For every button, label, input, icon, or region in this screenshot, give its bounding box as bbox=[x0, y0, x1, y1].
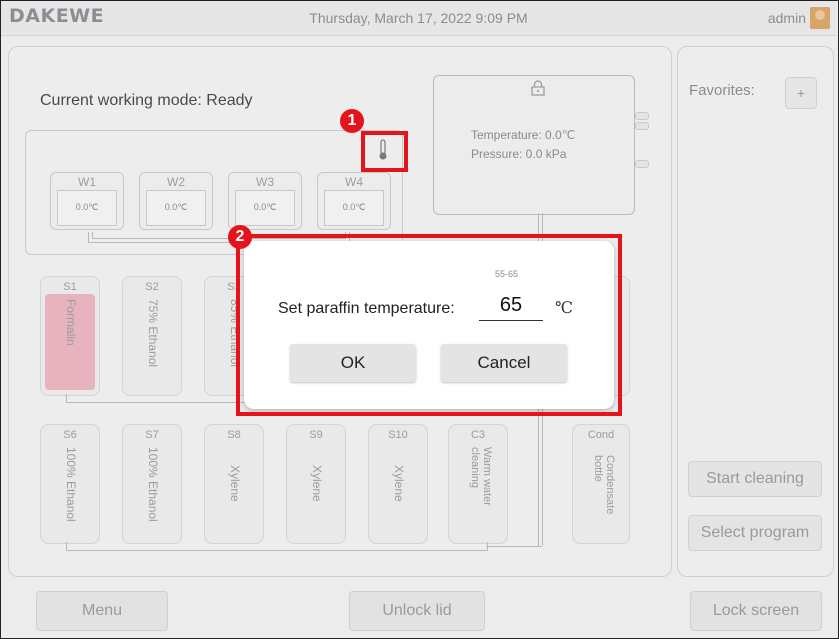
bottle-label: S10 bbox=[388, 429, 408, 441]
bottle-s9[interactable]: S9 Xylene bbox=[286, 424, 346, 544]
bottle-label: S1 bbox=[63, 281, 77, 293]
wax-bath-label: W4 bbox=[345, 175, 363, 189]
bottle-content: Xylene bbox=[228, 465, 242, 502]
date-time: Thursday, March 17, 2022 9:09 PM bbox=[309, 10, 528, 26]
bottle-content: Warm water cleaning bbox=[469, 447, 493, 506]
step-marker-1: 1 bbox=[340, 109, 364, 133]
avatar[interactable] bbox=[810, 7, 830, 29]
bottle-s10[interactable]: S10 Xylene bbox=[368, 424, 428, 544]
side-panel bbox=[677, 46, 834, 577]
bottle-c3[interactable]: C3 Warm water cleaning bbox=[448, 424, 508, 544]
row2-pipe bbox=[486, 546, 542, 548]
bottle-content: Xylene bbox=[310, 465, 324, 502]
bottle-content: Xylene bbox=[392, 465, 406, 502]
start-cleaning-button[interactable]: Start cleaning bbox=[688, 461, 822, 497]
retort-handle bbox=[635, 160, 649, 168]
bottle-s1[interactable]: S1 Formalin bbox=[40, 276, 100, 396]
wax-bath-label: W2 bbox=[167, 175, 185, 189]
highlight-box-2 bbox=[236, 234, 622, 416]
bottle-content: Condensate bottle bbox=[592, 455, 616, 515]
bottle-s2[interactable]: S2 75% Ethanol bbox=[122, 276, 182, 396]
wax-bath-w1[interactable]: W1 0.0℃ bbox=[50, 172, 124, 230]
retort-handle bbox=[635, 122, 649, 130]
bottle-label: Cond bbox=[587, 429, 615, 441]
highlight-box-1 bbox=[361, 131, 408, 172]
bottle-label: C3 bbox=[470, 429, 486, 441]
bottle-label: S8 bbox=[227, 429, 241, 441]
wax-bath-label: W1 bbox=[78, 175, 96, 189]
bottle-cond[interactable]: Cond Condensate bottle bbox=[572, 424, 630, 544]
bottle-s8[interactable]: S8 Xylene bbox=[204, 424, 264, 544]
bottle-label: S9 bbox=[309, 429, 323, 441]
wax-bath-temp: 0.0℃ bbox=[253, 202, 277, 212]
wax-bath-w3[interactable]: W3 0.0℃ bbox=[228, 172, 302, 230]
wax-bath-w4[interactable]: W4 0.0℃ bbox=[317, 172, 391, 230]
bottle-label: S6 bbox=[63, 429, 77, 441]
lock-screen-button[interactable]: Lock screen bbox=[690, 591, 822, 631]
select-program-button[interactable]: Select program bbox=[688, 515, 822, 551]
bottle-content: 100% Ethanol bbox=[64, 447, 78, 522]
bottle-label: S2 bbox=[145, 281, 159, 293]
user-name[interactable]: admin bbox=[768, 10, 806, 26]
retort-handle bbox=[635, 112, 649, 120]
bottle-content: Formalin bbox=[64, 299, 78, 346]
lock-icon bbox=[531, 80, 545, 99]
add-favorite-button[interactable]: + bbox=[785, 77, 817, 109]
top-bar: DAKEWE Thursday, March 17, 2022 9:09 PM … bbox=[1, 1, 836, 36]
favorites-label: Favorites: bbox=[689, 82, 755, 99]
working-mode-label: Current working mode: Ready bbox=[40, 92, 253, 109]
bottle-s7[interactable]: S7 100% Ethanol bbox=[122, 424, 182, 544]
wax-bath-label: W3 bbox=[256, 175, 274, 189]
wax-bath-temp: 0.0℃ bbox=[164, 202, 188, 212]
menu-button[interactable]: Menu bbox=[36, 591, 168, 631]
row2-pipe bbox=[66, 542, 488, 551]
bottle-content: 100% Ethanol bbox=[146, 447, 160, 522]
wax-bath-w2[interactable]: W2 0.0℃ bbox=[139, 172, 213, 230]
wax-bath-temp: 0.0℃ bbox=[342, 202, 366, 212]
bottle-label: S7 bbox=[145, 429, 159, 441]
wax-bath-temp: 0.0℃ bbox=[75, 202, 99, 212]
bottle-s6[interactable]: S6 100% Ethanol bbox=[40, 424, 100, 544]
retort-pressure: Pressure: 0.0 kPa bbox=[471, 147, 567, 161]
step-marker-2: 2 bbox=[228, 225, 252, 249]
retort-temperature: Temperature: 0.0℃ bbox=[471, 128, 576, 142]
bottle-content: 75% Ethanol bbox=[146, 299, 160, 368]
unlock-lid-button[interactable]: Unlock lid bbox=[349, 591, 485, 631]
